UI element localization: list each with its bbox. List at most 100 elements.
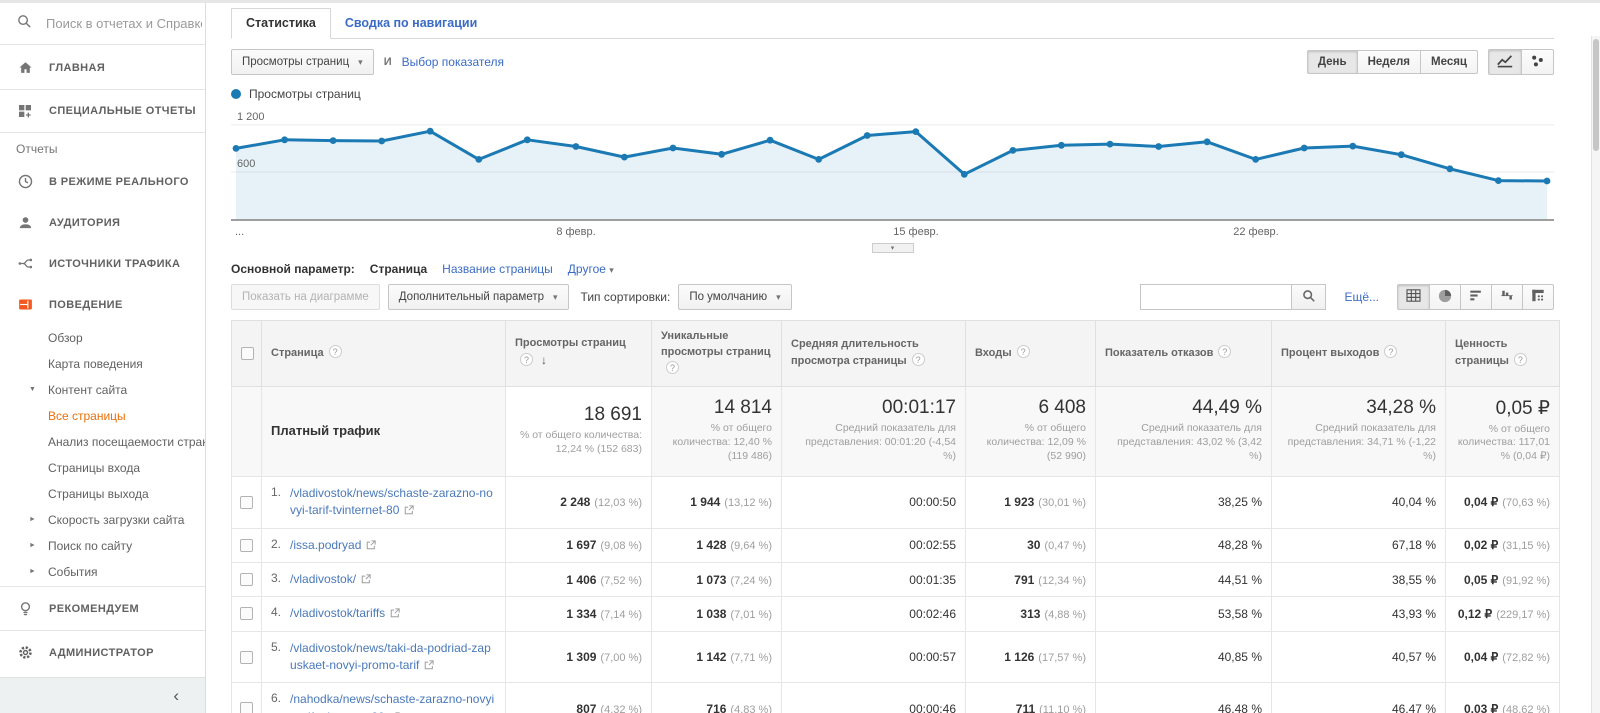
column-header-entrances[interactable]: Входы? <box>965 320 1096 387</box>
page-cell: 2. /issa.podryad <box>261 527 506 563</box>
comparison-view-button[interactable] <box>1491 284 1523 310</box>
sidebar-item-acquisition[interactable]: ИСТОЧНИКИ ТРАФИКА <box>0 243 205 284</box>
granularity-month[interactable]: Месяц <box>1420 50 1478 74</box>
row-checkbox[interactable] <box>240 650 253 664</box>
table-search-button[interactable] <box>1292 284 1327 310</box>
sidebar-item-real-time[interactable]: В РЕЖИМЕ РЕАЛЬНОГО <box>0 161 205 202</box>
sort-desc-icon[interactable]: ↓ <box>541 353 547 367</box>
sidebar-item-label: СПЕЦИАЛЬНЫЕ ОТЧЕТЫ <box>49 105 196 117</box>
motion-chart-button[interactable] <box>1521 49 1554 75</box>
column-header-page[interactable]: Страница? <box>261 320 506 387</box>
page-link[interactable]: /nahodka/news/schaste-zarazno-novyi-tari… <box>290 692 494 713</box>
sidebar-item-site-search[interactable]: ► Поиск по сайту <box>0 533 205 559</box>
tab-statistics[interactable]: Статистика <box>231 8 331 39</box>
chart-legend: Просмотры страниц <box>231 79 1554 105</box>
plot-rows-button[interactable]: Показать на диаграмме <box>231 284 380 310</box>
sidebar-item-discover[interactable]: РЕКОМЕНДУЕМ <box>0 588 205 629</box>
external-link-icon[interactable] <box>366 539 377 553</box>
report-search[interactable] <box>0 3 205 45</box>
page-link[interactable]: /issa.podryad <box>290 538 361 552</box>
help-icon[interactable]: ? <box>520 353 533 367</box>
tab-navigation-summary[interactable]: Сводка по навигации <box>331 9 491 38</box>
help-icon[interactable]: ? <box>1513 352 1527 366</box>
help-icon[interactable]: ? <box>328 344 342 358</box>
chart-collapse-handle[interactable]: ▾ <box>871 243 914 253</box>
page-link[interactable]: /vladivostok/ <box>290 572 356 586</box>
metric-percent: (7,24 %) <box>730 574 772 587</box>
granularity-week[interactable]: Неделя <box>1356 50 1421 74</box>
pivot-view-button[interactable] <box>1522 284 1554 310</box>
row-checkbox[interactable] <box>240 607 253 621</box>
sort-type-value: По умолчанию <box>689 291 768 303</box>
magnifier-icon <box>1302 289 1316 306</box>
performance-view-button[interactable] <box>1460 284 1492 310</box>
sidebar-item-behavior[interactable]: ПОВЕДЕНИЕ <box>0 284 205 325</box>
percent-view-button[interactable] <box>1429 284 1461 310</box>
table-search-input[interactable] <box>1140 284 1293 310</box>
more-link[interactable]: Ещё... <box>1344 290 1379 304</box>
sidebar-item-exit-pages[interactable]: Страницы выхода <box>0 481 205 507</box>
sidebar-item-events[interactable]: ► События <box>0 559 205 585</box>
select-metric-link[interactable]: Выбор показателя <box>402 55 504 69</box>
sidebar-item-label: Поиск по сайту <box>48 539 133 553</box>
column-header-page-value[interactable]: Ценность страницы? <box>1445 320 1560 387</box>
row-checkbox[interactable] <box>240 702 253 713</box>
external-link-icon[interactable] <box>424 659 435 673</box>
report-search-input[interactable] <box>46 16 202 31</box>
column-header-exit-pct[interactable]: Процент выходов? <box>1271 320 1446 387</box>
metric-percent: (12,34 %) <box>1038 574 1086 587</box>
metric-dropdown[interactable]: Просмотры страниц ▾ <box>231 49 374 75</box>
select-all-checkbox[interactable] <box>241 346 254 360</box>
page-link[interactable]: /vladivostok/tariffs <box>290 606 385 620</box>
metric-percent: (91,92 %) <box>1502 574 1550 587</box>
secondary-dimension-button[interactable]: Дополнительный параметр ▾ <box>387 284 569 310</box>
column-header-label: Входы <box>975 346 1012 359</box>
sidebar-item-landing-pages[interactable]: Страницы входа <box>0 455 205 481</box>
row-checkbox[interactable] <box>240 573 253 587</box>
cell-avg-time: 00:00:50 <box>781 475 966 529</box>
sort-type-button[interactable]: По умолчанию ▾ <box>678 284 792 310</box>
help-icon[interactable]: ? <box>1218 344 1232 358</box>
sidebar-item-admin[interactable]: АДМИНИСТРАТОР <box>0 632 205 673</box>
sidebar-item-content-drilldown[interactable]: Анализ посещаемости страниц <box>0 429 205 455</box>
table-view-button[interactable] <box>1397 284 1430 310</box>
sidebar-item-audience[interactable]: АУДИТОРИЯ <box>0 202 205 243</box>
pageviews-line-chart[interactable]: 600 1 200 <box>231 107 1554 225</box>
column-header-pageviews[interactable]: Просмотры страниц? ↓ <box>505 320 652 387</box>
scrollbar-thumb[interactable] <box>1593 39 1599 151</box>
help-icon[interactable]: ? <box>1384 344 1398 358</box>
column-header-label: Уникальные просмотры страниц <box>661 330 771 358</box>
dimension-page-title[interactable]: Название страницы <box>442 262 553 276</box>
column-header-avg-time[interactable]: Средняя длительность просмотра страницы? <box>781 320 966 387</box>
dimension-page[interactable]: Страница <box>370 262 427 276</box>
page-link[interactable]: /vladivostok/news/taki-da-podriad-zapusk… <box>290 641 491 672</box>
external-link-icon[interactable] <box>390 607 400 621</box>
help-icon[interactable]: ? <box>911 352 925 366</box>
sidebar-item-behavior-flow[interactable]: Карта поведения <box>0 351 205 377</box>
sidebar-item-site-speed[interactable]: ► Скорость загрузки сайта <box>0 507 205 533</box>
bulb-icon <box>16 600 34 617</box>
help-icon[interactable]: ? <box>666 360 679 374</box>
dimension-other[interactable]: Другое ▾ <box>568 262 614 276</box>
collapse-sidebar-icon[interactable]: ‹ <box>173 686 179 706</box>
row-number: 4. <box>271 605 282 620</box>
svg-text:1 200: 1 200 <box>237 111 265 123</box>
row-checkbox[interactable] <box>240 495 253 509</box>
line-chart-button[interactable] <box>1488 49 1522 75</box>
sidebar-item-overview[interactable]: Обзор <box>0 325 205 351</box>
sidebar-item-custom-reports[interactable]: СПЕЦИАЛЬНЫЕ ОТЧЕТЫ <box>0 91 205 131</box>
sidebar-item-all-pages[interactable]: Все страницы <box>0 403 205 429</box>
external-link-icon[interactable] <box>361 573 371 587</box>
page-link[interactable]: /vladivostok/news/schaste-zarazno-novyi-… <box>290 486 493 517</box>
granularity-day[interactable]: День <box>1306 50 1358 74</box>
column-header-unique-pageviews[interactable]: Уникальные просмотры страниц? <box>651 320 782 387</box>
scrollbar[interactable] <box>1591 36 1600 713</box>
sidebar-item-home[interactable]: ГЛАВНАЯ <box>0 47 205 88</box>
column-header-bounce-rate[interactable]: Показатель отказов? <box>1095 320 1272 387</box>
row-checkbox[interactable] <box>240 538 253 552</box>
help-icon[interactable]: ? <box>1016 344 1030 358</box>
sidebar-item-site-content[interactable]: ▼ Контент сайта <box>0 377 205 403</box>
chart-plot[interactable]: 600 1 200 <box>231 107 1554 225</box>
external-link-icon[interactable] <box>404 504 415 518</box>
person-icon <box>16 214 34 231</box>
